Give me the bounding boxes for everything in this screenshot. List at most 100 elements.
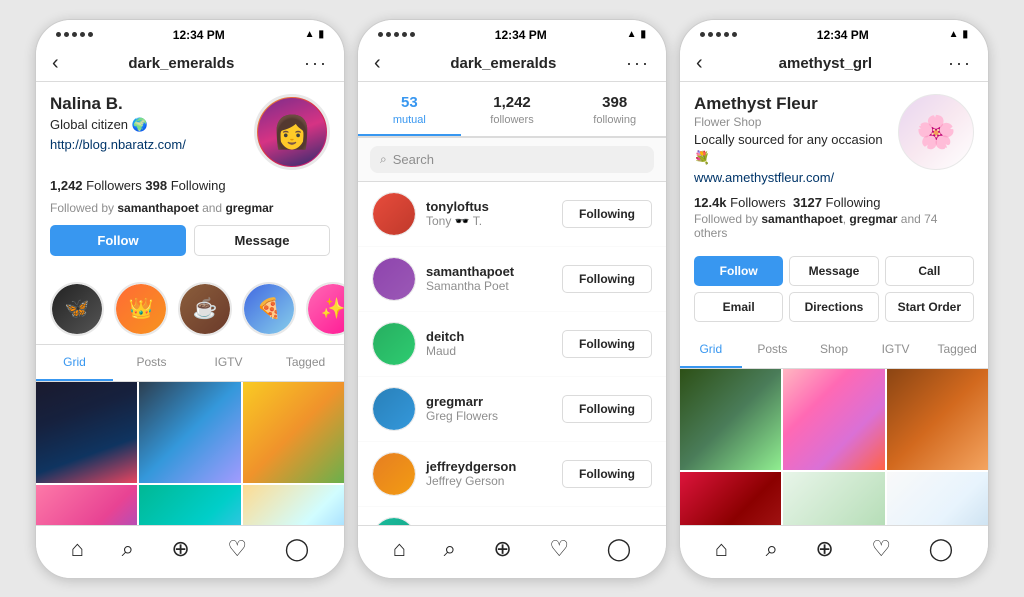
story-5[interactable]: ✨ — [306, 282, 344, 336]
tab-grid-3[interactable]: Grid — [680, 332, 742, 368]
heart-icon-1[interactable]: ♡ — [227, 536, 247, 562]
follower-row-drellew: drellew André ⭐ Following — [358, 507, 666, 525]
biz-photo-3[interactable] — [887, 369, 988, 470]
profile-link-1[interactable]: http://blog.nbaratz.com/ — [50, 137, 186, 152]
profile-stats-1: 1,242 Followers 398 Following — [50, 178, 330, 193]
photo-cell-2[interactable] — [139, 382, 240, 483]
photo-cell-1[interactable] — [36, 382, 137, 483]
tab-igtv-1[interactable]: IGTV — [190, 345, 267, 381]
back-button-2[interactable]: ‹ — [374, 52, 381, 75]
story-2[interactable]: 👑 — [114, 282, 168, 336]
avatar-tonyloftus[interactable] — [372, 192, 416, 236]
biz-message-button[interactable]: Message — [789, 256, 878, 286]
home-icon-3[interactable]: ⌂ — [715, 536, 728, 562]
nav-bar-1: ‹ dark_emeralds ··· — [36, 46, 344, 82]
back-button-1[interactable]: ‹ — [52, 52, 59, 75]
photo-cell-4[interactable] — [36, 485, 137, 525]
more-button-2[interactable]: ··· — [626, 53, 650, 74]
biz-photo-6[interactable] — [887, 472, 988, 524]
info-tonyloftus: tonyloftus Tony 🕶️ T. — [426, 199, 552, 228]
add-icon-3[interactable]: ⊕ — [815, 536, 833, 562]
mutual-label: mutual — [393, 114, 426, 126]
avatar-samanthapoet[interactable] — [372, 257, 416, 301]
home-icon-2[interactable]: ⌂ — [393, 536, 406, 562]
story-4[interactable]: 🍕 — [242, 282, 296, 336]
story-3[interactable]: ☕ — [178, 282, 232, 336]
phone-3-business: 12:34 PM ▲ ▮ ‹ amethyst_grl ··· Amethyst… — [679, 19, 989, 579]
username-jeffreydgerson: jeffreydgerson — [426, 459, 552, 474]
tab-tagged-3[interactable]: Tagged — [926, 332, 988, 368]
biz-link[interactable]: www.amethystfleur.com/ — [694, 170, 834, 185]
profile-avatar-1: 👩 — [254, 94, 330, 170]
message-button-1[interactable]: Message — [194, 225, 330, 256]
tab-posts-3[interactable]: Posts — [742, 332, 804, 368]
following-button-jeffreydgerson[interactable]: Following — [562, 460, 652, 488]
add-icon-1[interactable]: ⊕ — [171, 536, 189, 562]
follow-button-1[interactable]: Follow — [50, 225, 186, 256]
time-2: 12:34 PM — [495, 28, 547, 42]
tab-tagged-1[interactable]: Tagged — [267, 345, 344, 381]
photo-cell-6[interactable] — [243, 485, 344, 525]
status-bar-1: 12:34 PM ▲ ▮ — [36, 20, 344, 46]
photo-cell-3[interactable] — [243, 382, 344, 483]
more-button-1[interactable]: ··· — [304, 53, 328, 74]
tab-grid-1[interactable]: Grid — [36, 345, 113, 381]
profile-icon-2[interactable]: ◯ — [607, 536, 632, 562]
biz-followed-by: Followed by samanthapoet, gregmar and 74… — [694, 212, 974, 240]
search-icon-nav-3[interactable]: ⌕ — [766, 536, 778, 562]
biz-call-button[interactable]: Call — [885, 256, 974, 286]
biz-directions-button[interactable]: Directions — [789, 292, 878, 322]
more-button-3[interactable]: ··· — [948, 53, 972, 74]
battery-icon-2: ▮ — [640, 29, 646, 40]
name-samanthapoet: Samantha Poet — [426, 279, 552, 293]
following-label: following — [593, 114, 636, 126]
heart-icon-2[interactable]: ♡ — [549, 536, 569, 562]
biz-photo-1[interactable] — [680, 369, 781, 470]
avatar-jeffreydgerson[interactable] — [372, 452, 416, 496]
nav-bar-3: ‹ amethyst_grl ··· — [680, 46, 988, 82]
photo-cell-5[interactable] — [139, 485, 240, 525]
avatar-deitch[interactable] — [372, 322, 416, 366]
followers-tab[interactable]: 1,242 followers — [461, 82, 564, 136]
profile-icon-3[interactable]: ◯ — [929, 536, 954, 562]
biz-start-order-button[interactable]: Start Order — [885, 292, 974, 322]
add-icon-2[interactable]: ⊕ — [493, 536, 511, 562]
status-icons-2: ▲ ▮ — [627, 29, 646, 40]
search-icon-1[interactable]: ⌕ — [122, 536, 134, 562]
username-deitch: deitch — [426, 329, 552, 344]
avatar-gregmarr[interactable] — [372, 387, 416, 431]
tab-igtv-3[interactable]: IGTV — [865, 332, 927, 368]
wifi-icon-1: ▲ — [305, 29, 315, 40]
search-icon-nav-2[interactable]: ⌕ — [444, 536, 456, 562]
heart-icon-3[interactable]: ♡ — [871, 536, 891, 562]
status-bar-2: 12:34 PM ▲ ▮ — [358, 20, 666, 46]
tabs-row-3: Grid Posts Shop IGTV Tagged — [680, 332, 988, 369]
following-tab[interactable]: 398 following — [563, 82, 666, 136]
profile-icon-1[interactable]: ◯ — [285, 536, 310, 562]
profile-bio-1: Global citizen 🌍 — [50, 116, 254, 134]
biz-photo-4[interactable] — [680, 472, 781, 524]
following-button-deitch[interactable]: Following — [562, 330, 652, 358]
biz-desc: Locally sourced for any occasion 💐 — [694, 131, 898, 167]
following-button-tonyloftus[interactable]: Following — [562, 200, 652, 228]
biz-photo-5[interactable] — [783, 472, 884, 524]
search-placeholder-2[interactable]: Search — [393, 152, 434, 167]
search-icon-2: ⌕ — [380, 152, 387, 167]
tab-posts-1[interactable]: Posts — [113, 345, 190, 381]
story-1[interactable]: 🦋 — [50, 282, 104, 336]
tab-shop-3[interactable]: Shop — [803, 332, 865, 368]
back-button-3[interactable]: ‹ — [696, 52, 703, 75]
mutual-tab[interactable]: 53 mutual — [358, 82, 461, 136]
following-button-samanthapoet[interactable]: Following — [562, 265, 652, 293]
follower-row-gregmarr: gregmarr Greg Flowers Following — [358, 377, 666, 442]
biz-action-row-2: Email Directions Start Order — [680, 292, 988, 322]
home-icon-1[interactable]: ⌂ — [71, 536, 84, 562]
biz-profile-content: Amethyst Fleur Flower Shop Locally sourc… — [680, 82, 988, 525]
biz-follow-button[interactable]: Follow — [694, 256, 783, 286]
tabs-row-1: Grid Posts IGTV Tagged — [36, 345, 344, 382]
avatar-drellew[interactable] — [372, 517, 416, 525]
following-button-gregmarr[interactable]: Following — [562, 395, 652, 423]
biz-email-button[interactable]: Email — [694, 292, 783, 322]
profile-top-1: Nalina B. Global citizen 🌍 http://blog.n… — [50, 94, 330, 170]
biz-photo-2[interactable] — [783, 369, 884, 470]
